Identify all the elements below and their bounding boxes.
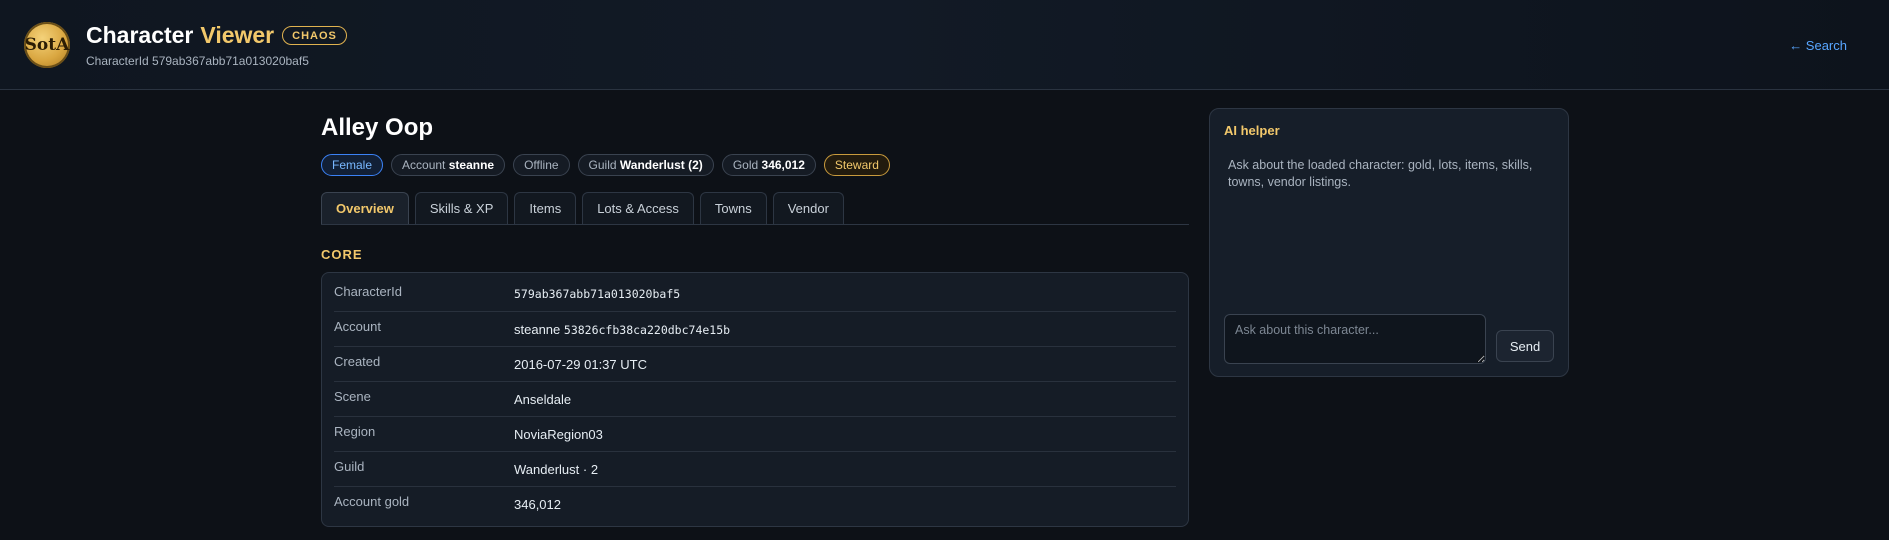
core-row-character-id: CharacterId 579ab367abb71a013020baf5	[334, 277, 1176, 312]
core-label: Region	[334, 423, 376, 439]
tab-skills-xp[interactable]: Skills & XP	[414, 192, 509, 224]
guild-pill-label: Guild	[588, 158, 617, 172]
core-value: NoviaRegion03	[514, 426, 603, 442]
core-label: Created	[334, 353, 381, 369]
guild-pill: Guild Wanderlust (2)	[577, 154, 714, 176]
core-label: Guild	[334, 458, 365, 474]
core-label: Account	[334, 318, 381, 334]
core-label: Scene	[334, 388, 371, 404]
tab-vendor[interactable]: Vendor	[772, 192, 844, 224]
character-pills: Female Account steanne Offline Guild Wan…	[321, 154, 1189, 176]
core-value: 2016-07-29 01:37 UTC	[514, 356, 647, 372]
tab-bar: Overview Skills & XP Items Lots & Access…	[321, 192, 1189, 225]
ai-helper-panel: AI helper Ask about the loaded character…	[1209, 108, 1569, 377]
ai-helper-description: Ask about the loaded character: gold, lo…	[1228, 158, 1533, 189]
ai-helper-title: AI helper	[1224, 123, 1280, 138]
core-card: CharacterId 579ab367abb71a013020baf5 Acc…	[321, 272, 1189, 527]
app-title-accent: Viewer	[200, 22, 275, 48]
core-row-account: Account steanne 53826cfb38ca220dbc74e15b	[334, 312, 1176, 347]
gold-pill: Gold 346,012	[721, 154, 816, 176]
core-label: CharacterId	[334, 283, 402, 299]
account-id: 53826cfb38ca220dbc74e15b	[563, 322, 731, 337]
status-pill: Offline	[513, 154, 570, 176]
core-value: Anseldale	[514, 391, 572, 407]
main-content: Alley Oop Female Account steanne Offline…	[321, 114, 1189, 527]
core-value: 579ab367abb71a013020baf5	[514, 287, 681, 301]
guild-pill-value: Wanderlust (2)	[619, 158, 703, 172]
core-row-account-gold: Account gold 346,012	[334, 487, 1176, 522]
account-name: steanne	[514, 321, 561, 337]
app-title: Character Viewer CHAOS	[86, 22, 347, 49]
core-row-scene: Scene Anseldale	[334, 382, 1176, 417]
character-id-subtitle: CharacterId 579ab367abb71a013020baf5	[86, 54, 309, 68]
sota-logo: SotA	[24, 22, 70, 68]
app-title-main: Character	[86, 22, 194, 48]
account-pill-value: steanne	[448, 158, 495, 172]
core-section-title: CORE	[321, 247, 363, 262]
core-value: Wanderlust · 2	[514, 461, 599, 477]
account-pill-label: Account	[402, 158, 446, 172]
tab-overview[interactable]: Overview	[321, 192, 409, 224]
mode-badge: CHAOS	[282, 26, 347, 45]
account-pill: Account steanne	[391, 154, 506, 176]
core-value: 346,012	[514, 497, 561, 512]
core-row-region: Region NoviaRegion03	[334, 417, 1176, 452]
character-name: Alley Oop	[321, 114, 434, 141]
role-pill: Steward	[823, 154, 890, 176]
gold-pill-value: 346,012	[761, 158, 805, 172]
top-bar: SotA Character Viewer CHAOS CharacterId …	[0, 0, 1889, 90]
core-row-created: Created 2016-07-29 01:37 UTC	[334, 347, 1176, 382]
core-value: steanne 53826cfb38ca220dbc74e15b	[514, 322, 730, 337]
logo-text: SotA	[24, 35, 70, 55]
gold-pill-label: Gold	[732, 158, 759, 172]
send-button[interactable]: Send	[1496, 330, 1554, 362]
tab-lots-access[interactable]: Lots & Access	[582, 192, 694, 224]
core-row-guild: Guild Wanderlust · 2	[334, 452, 1176, 487]
gender-pill: Female	[321, 154, 384, 176]
search-link[interactable]: ← Search	[1789, 38, 1847, 53]
core-label: Account gold	[334, 494, 410, 509]
tab-towns[interactable]: Towns	[699, 192, 767, 224]
ai-question-input[interactable]	[1224, 314, 1486, 364]
tab-items[interactable]: Items	[514, 192, 577, 224]
